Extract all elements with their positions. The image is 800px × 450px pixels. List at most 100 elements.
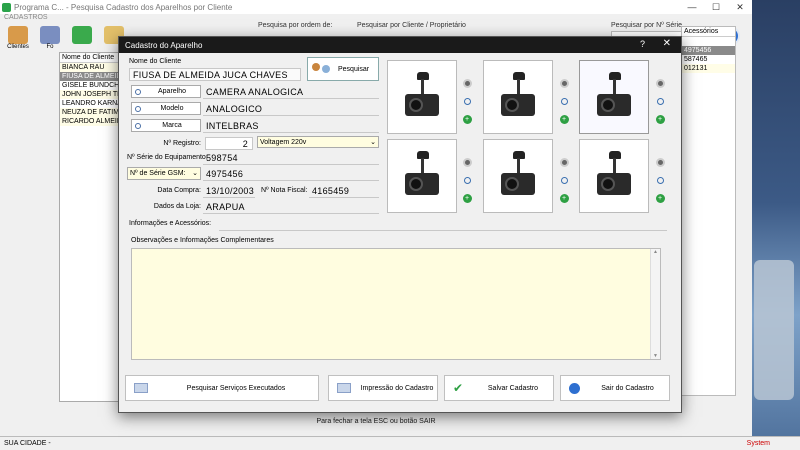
serial-field[interactable]: 598754: [203, 151, 379, 165]
model-field[interactable]: ANALOGICO: [203, 102, 379, 116]
add-photo-icon[interactable]: +: [558, 192, 570, 204]
camera-icon[interactable]: [461, 156, 473, 168]
list-item[interactable]: RICARDO ALMEIDA: [60, 117, 120, 126]
list-item[interactable]: BIANCA RAU: [60, 63, 120, 72]
toolbar-clientes-label: Clientes: [7, 44, 29, 50]
search-order-label: Pesquisa por ordem de:: [258, 22, 333, 29]
checkmark-icon: ✔: [453, 381, 464, 395]
exit-button[interactable]: Sair do Cadastro: [560, 375, 670, 401]
voltage-select[interactable]: Voltagem 220v ⌄: [257, 136, 379, 148]
maximize-button[interactable]: ☐: [704, 0, 728, 14]
photo-slot-3[interactable]: [579, 60, 649, 134]
search-serial-label: Pesquisar por Nº Série: [611, 22, 683, 29]
photo-slot-4[interactable]: [387, 139, 457, 213]
table-row[interactable]: 012131: [682, 64, 735, 73]
help-button[interactable]: ?: [640, 39, 645, 49]
dashcam-photo: [593, 151, 635, 201]
accessories-field[interactable]: [219, 217, 667, 231]
notes-textarea[interactable]: ▲ ▼: [131, 248, 661, 360]
main-title-bar: Programa C... - Pesquisa Cadastro dos Ap…: [0, 0, 752, 14]
status-city: SUA CIDADE -: [4, 440, 51, 447]
invoice-field[interactable]: 4165459: [309, 184, 379, 198]
list-icon: [134, 383, 148, 393]
scroll-down-icon[interactable]: ▼: [651, 353, 660, 359]
toolbar-fo-label: Fo: [46, 44, 54, 50]
zoom-icon[interactable]: [461, 95, 473, 107]
camera-icon[interactable]: [654, 77, 666, 89]
supplier-icon: [40, 26, 60, 44]
search-client-button[interactable]: Pesquisar: [307, 57, 379, 81]
photo-slot-1[interactable]: [387, 60, 457, 134]
client-name-label: Nome do Cliente: [129, 58, 182, 65]
registro-field[interactable]: 2: [205, 137, 253, 150]
search-services-label: Pesquisar Serviços Executados: [186, 384, 286, 392]
camera-icon[interactable]: [558, 77, 570, 89]
zoom-icon[interactable]: [461, 174, 473, 186]
save-label: Salvar Cadastro: [487, 384, 539, 392]
photo-actions-4: +: [461, 156, 475, 204]
zoom-icon[interactable]: [654, 95, 666, 107]
print-button[interactable]: Impressão do Cadastro: [328, 375, 438, 401]
table-row[interactable]: 587465: [682, 55, 735, 64]
list-item[interactable]: GISELE BUNDCHEN: [60, 81, 120, 90]
photo-actions-2: +: [558, 77, 572, 125]
camera-icon[interactable]: [558, 156, 570, 168]
save-button[interactable]: ✔ Salvar Cadastro: [444, 375, 554, 401]
wallpaper-shape: [754, 260, 794, 400]
toolbar-clientes-button[interactable]: Clientes: [4, 26, 32, 58]
chevron-down-icon: ⌄: [370, 139, 376, 146]
add-photo-icon[interactable]: +: [654, 113, 666, 125]
device-lookup-button[interactable]: Aparelho: [131, 85, 201, 98]
add-photo-icon[interactable]: +: [558, 113, 570, 125]
add-icon: [72, 26, 92, 44]
app-icon: [2, 2, 11, 12]
photo-actions-1: +: [461, 77, 475, 125]
purchase-date-label: Data Compra:: [157, 187, 201, 194]
print-label: Impressão do Cadastro: [360, 384, 434, 392]
purchase-date-field[interactable]: 13/10/2003: [203, 184, 255, 198]
dialog-title-bar: Cadastro do Aparelho ? ✕: [119, 37, 681, 53]
client-list[interactable]: Nome do Cliente BIANCA RAU FIUSA DE ALME…: [59, 52, 121, 402]
camera-icon[interactable]: [461, 77, 473, 89]
scroll-up-icon[interactable]: ▲: [651, 249, 660, 255]
photo-actions-6: +: [654, 156, 668, 204]
add-photo-icon[interactable]: +: [654, 192, 666, 204]
accessories-list[interactable]: Acessórios 4975456 587465 012131: [681, 26, 736, 396]
search-client-label: Pesquisar: [338, 65, 370, 73]
list-item[interactable]: JOHN JOSEPH TRA: [60, 90, 120, 99]
accessories-label: Informações e Acessórios:: [129, 220, 212, 227]
add-photo-icon[interactable]: +: [461, 113, 473, 125]
menu-cadastros[interactable]: CADASTROS: [0, 14, 48, 24]
client-list-header: Nome do Cliente: [60, 53, 120, 63]
brand-lookup-button[interactable]: Marca: [131, 119, 201, 132]
photo-slot-2[interactable]: [483, 60, 553, 134]
gsm-select[interactable]: Nº de Série GSM: ⌄: [127, 167, 201, 180]
table-row[interactable]: 4975456: [682, 46, 735, 55]
brand-field[interactable]: INTELBRAS: [203, 119, 379, 133]
model-lookup-button[interactable]: Modelo: [131, 102, 201, 115]
zoom-icon[interactable]: [558, 95, 570, 107]
status-system: System: [746, 440, 770, 447]
minimize-button[interactable]: —: [680, 0, 704, 14]
zoom-icon[interactable]: [558, 174, 570, 186]
table-row[interactable]: [682, 37, 735, 46]
clients-icon: [8, 26, 28, 44]
dialog-close-button[interactable]: ✕: [663, 38, 671, 49]
photo-slot-5[interactable]: [483, 139, 553, 213]
gsm-field[interactable]: 4975456: [203, 167, 379, 181]
notes-scrollbar[interactable]: ▲ ▼: [650, 249, 660, 359]
exit-label: Sair do Cadastro: [601, 384, 654, 392]
search-services-button[interactable]: Pesquisar Serviços Executados: [125, 375, 319, 401]
dialog-title: Cadastro do Aparelho: [125, 40, 203, 50]
list-item[interactable]: NEUZA DE FATIMA: [60, 108, 120, 117]
zoom-icon[interactable]: [654, 174, 666, 186]
store-field[interactable]: ARAPUA: [203, 200, 379, 214]
list-item[interactable]: LEANDRO KARNAL: [60, 99, 120, 108]
people-icon: [312, 61, 334, 77]
photo-slot-6[interactable]: [579, 139, 649, 213]
add-photo-icon[interactable]: +: [461, 192, 473, 204]
close-button[interactable]: ✕: [728, 0, 752, 14]
camera-icon[interactable]: [654, 156, 666, 168]
device-field[interactable]: CAMERA ANALOGICA: [203, 85, 379, 99]
list-item[interactable]: FIUSA DE ALMEIDA: [60, 72, 120, 81]
